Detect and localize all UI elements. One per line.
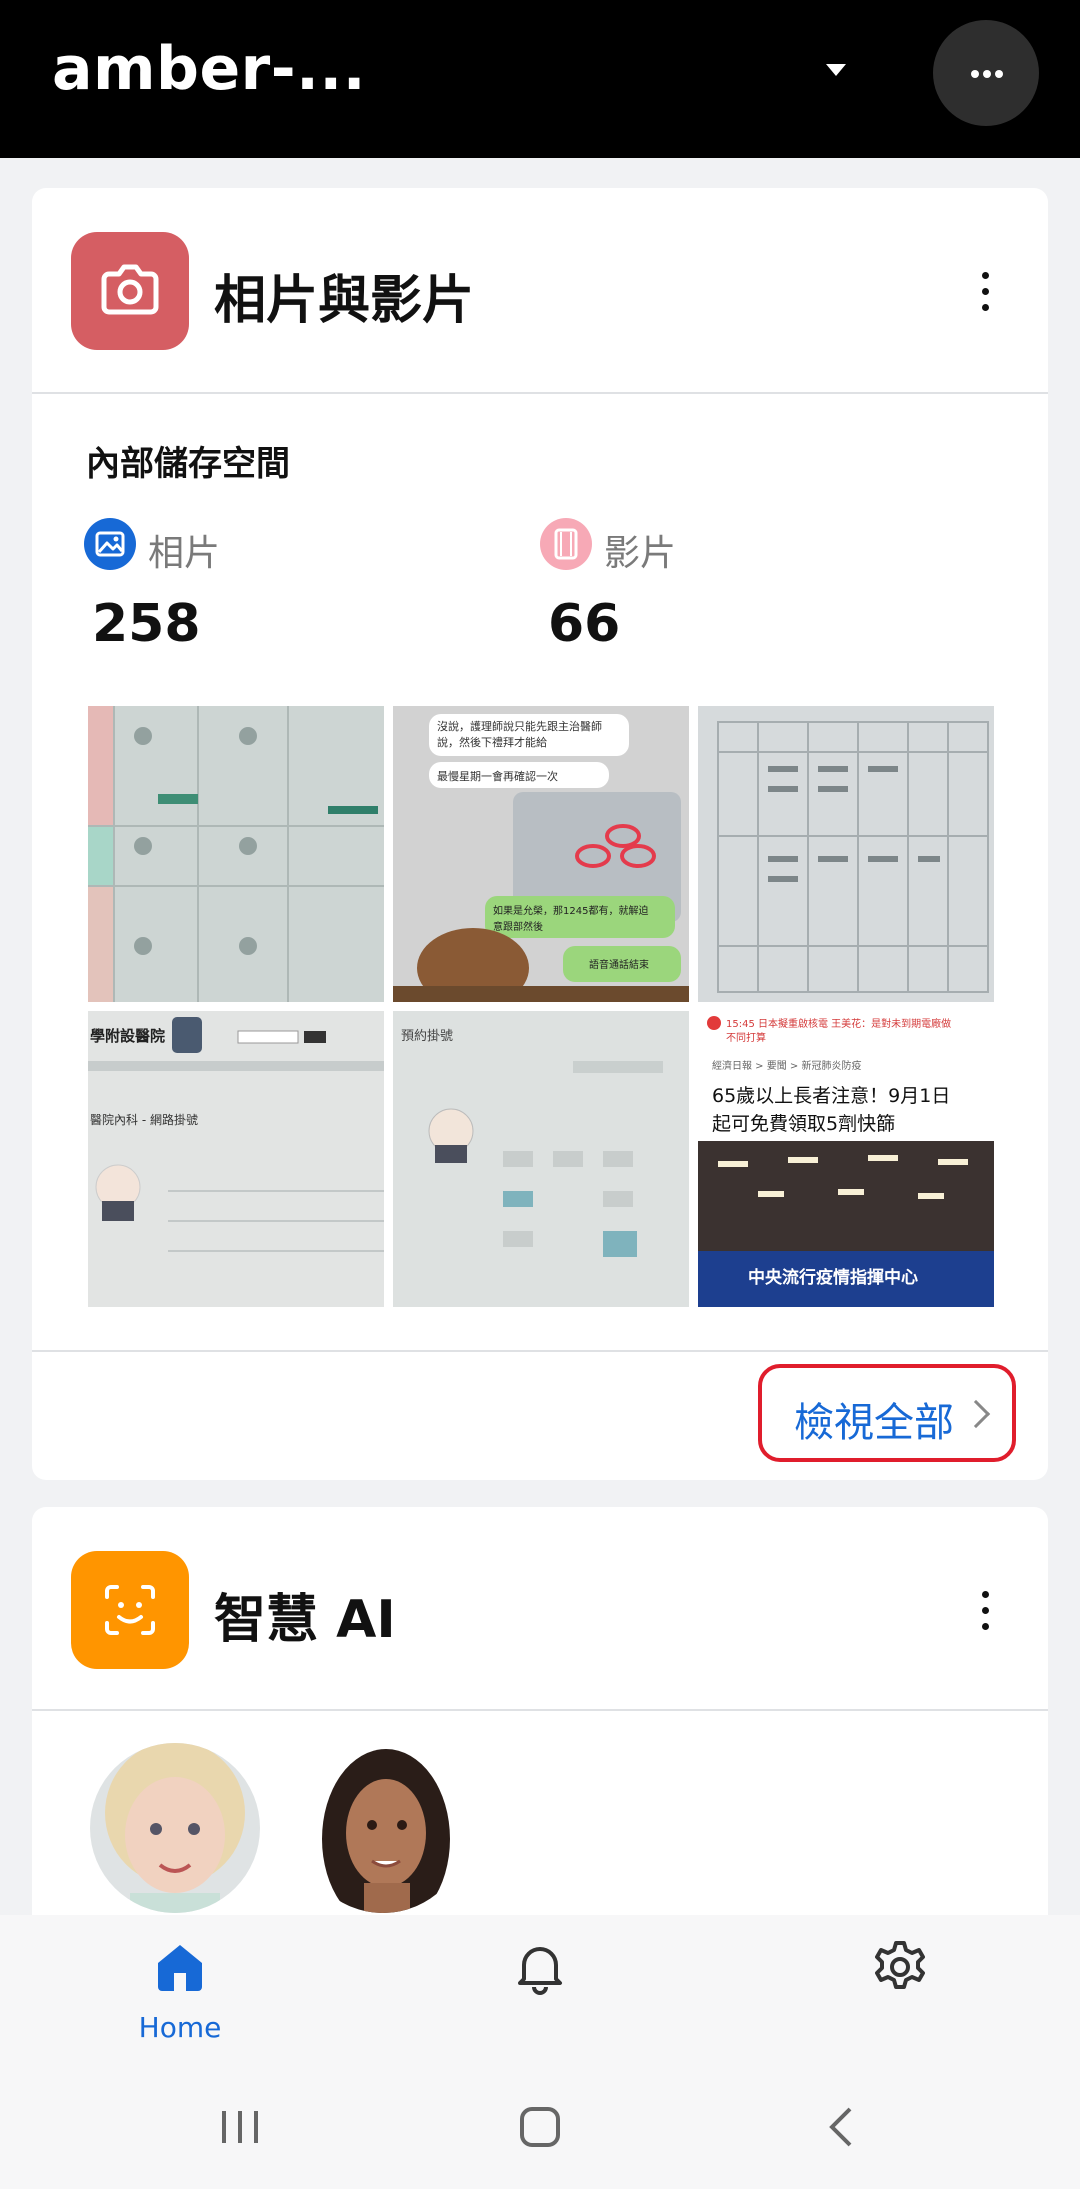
caret-down-icon[interactable]	[826, 64, 846, 76]
videos-label: 影片	[604, 533, 677, 574]
news-text-2: 不同打算	[726, 1033, 766, 1044]
booking-text-1: 預約掛號	[401, 1029, 454, 1044]
gear-icon	[875, 1941, 925, 1989]
device-name-title[interactable]: amber-...	[52, 34, 366, 104]
news-text-3: 經濟日報 > 要聞 > 新冠肺炎防疫	[712, 1061, 862, 1072]
chat-text-2: 說，然後下禮拜才能給	[437, 736, 547, 749]
face-scan-app-icon	[71, 1551, 189, 1669]
photos-videos-card: 相片與影片 內部儲存空間 相片 258 影片 66 沒說，護理師說只能先跟主治醫…	[32, 188, 1048, 1480]
card-menu-icon[interactable]	[980, 272, 990, 312]
chat-text-3: 最慢星期一會再確認一次	[437, 770, 558, 783]
videos-count: 66	[548, 594, 621, 654]
more-options-button[interactable]	[933, 20, 1039, 126]
news-text-5: 起可免費領取5劑快篩	[712, 1113, 896, 1135]
divider	[32, 1350, 1048, 1352]
system-navigation-bar	[0, 2063, 1080, 2189]
chat-text-5: 意跟部然後	[493, 922, 543, 933]
photo-thumbnail[interactable]: 學附設醫院 醫院內科 - 網路掛號	[88, 1011, 384, 1307]
bottom-navigation: Home	[0, 1915, 1080, 2063]
home-icon	[158, 1945, 202, 1991]
card-header: 智慧 AI	[32, 1507, 1048, 1711]
photo-thumbnail[interactable]: 沒說，護理師說只能先跟主治醫師 說，然後下禮拜才能給 最慢星期一會再確認一次 如…	[393, 706, 689, 1002]
film-icon	[540, 518, 592, 570]
photo-thumbnail[interactable]	[698, 706, 994, 1002]
card-header: 相片與影片	[32, 188, 1048, 392]
divider	[32, 1709, 1048, 1711]
photo-thumbnail[interactable]	[88, 706, 384, 1002]
home-system-icon[interactable]	[518, 2105, 562, 2149]
view-all-label: 檢視全部	[794, 1400, 954, 1446]
divider	[32, 392, 1048, 394]
hospital-text-2: 醫院內科 - 網路掛號	[90, 1113, 198, 1127]
face-avatar[interactable]	[90, 1743, 260, 1913]
photo-thumbnail[interactable]: 15:45 日本擬重啟核電 王美花：是對未到期電廠做 不同打算 經濟日報 > 要…	[698, 1011, 994, 1307]
nav-settings[interactable]	[800, 1915, 1000, 2063]
photos-label: 相片	[148, 533, 221, 574]
storage-section-label: 內部儲存空間	[86, 444, 290, 484]
card-title: 相片與影片	[214, 271, 475, 331]
face-scan-icon	[105, 1585, 155, 1635]
face-avatar[interactable]	[298, 1743, 468, 1913]
chat-text-6: 語音通話結束	[589, 960, 649, 971]
news-text-1: 15:45 日本擬重啟核電 王美花：是對未到期電廠做	[726, 1019, 952, 1030]
nav-home-label: Home	[138, 2011, 222, 2044]
chat-text-1: 沒說，護理師說只能先跟主治醫師	[437, 720, 602, 733]
camera-icon	[101, 264, 159, 315]
photo-thumbnail[interactable]: 預約掛號	[393, 1011, 689, 1307]
card-title: 智慧 AI	[214, 1590, 396, 1650]
card-menu-icon[interactable]	[980, 1591, 990, 1631]
image-icon	[84, 518, 136, 570]
photos-count: 258	[92, 594, 201, 654]
top-app-bar: amber-...	[0, 0, 1080, 158]
back-icon[interactable]	[826, 2105, 856, 2149]
recent-apps-icon[interactable]	[218, 2107, 262, 2147]
nav-home[interactable]: Home	[80, 1915, 280, 2063]
news-text-6: 中央流行疫情指揮中心	[748, 1268, 918, 1288]
chat-text-4: 如果是允榮，那1245都有，就解迫	[493, 906, 649, 917]
hospital-text-1: 學附設醫院	[90, 1027, 166, 1045]
camera-app-icon	[71, 232, 189, 350]
news-text-4: 65歲以上長者注意！9月1日	[712, 1085, 951, 1107]
bell-icon	[518, 1947, 562, 1995]
view-all-button[interactable]: 檢視全部	[758, 1364, 1016, 1462]
nav-notifications[interactable]	[440, 1915, 640, 2063]
photo-thumbnail-grid: 沒說，護理師說只能先跟主治醫師 說，然後下禮拜才能給 最慢星期一會再確認一次 如…	[88, 706, 994, 1307]
chevron-right-icon	[961, 1399, 991, 1429]
